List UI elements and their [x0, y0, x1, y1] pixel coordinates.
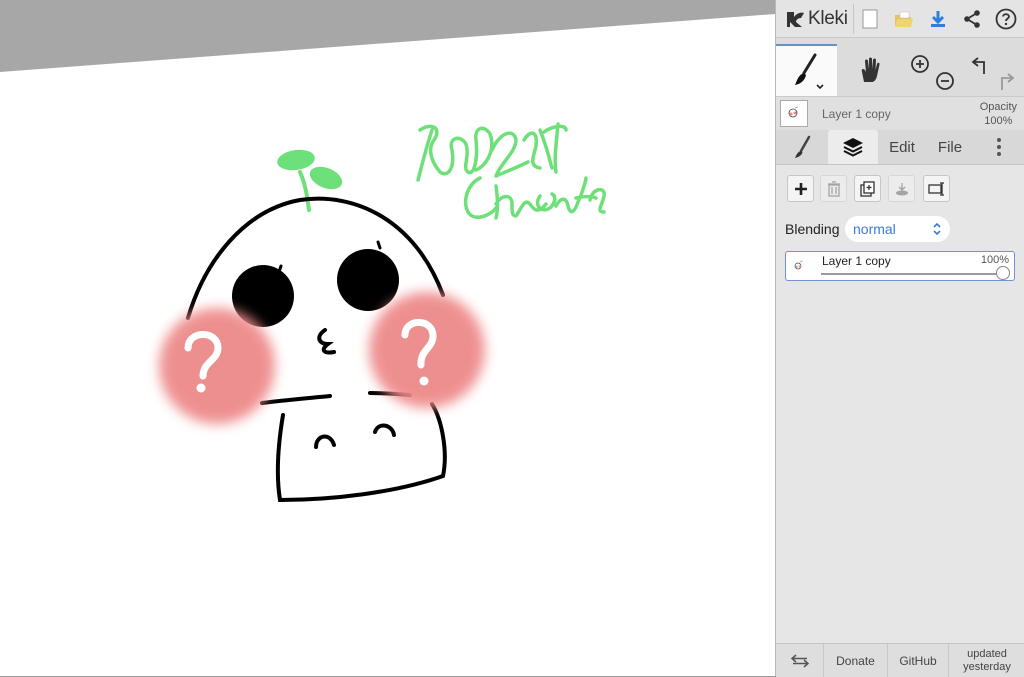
duplicate-icon	[859, 180, 875, 197]
layer-opacity-readout[interactable]: Opacity 100%	[980, 100, 1017, 128]
layer-item-opacity: 100%	[980, 254, 1009, 266]
undo-icon[interactable]	[971, 57, 985, 74]
brush-tool-button[interactable]	[776, 44, 837, 96]
delete-layer-button[interactable]	[820, 175, 847, 202]
updated-line-2: yesterday	[963, 660, 1011, 673]
plus-icon	[794, 182, 807, 195]
trash-icon	[827, 180, 840, 197]
opacity-label: Opacity	[979, 101, 1017, 113]
updated-line-1: updated	[967, 647, 1007, 660]
left-blush	[159, 308, 275, 424]
footer-bar: Donate GitHub updated yesterday	[776, 643, 1024, 677]
blending-mode-select[interactable]: normal	[845, 216, 950, 242]
download-icon[interactable]	[925, 6, 951, 32]
tab-edit[interactable]: Edit	[882, 130, 922, 164]
tab-brush[interactable]	[780, 130, 824, 164]
rename-icon	[927, 181, 944, 196]
right-eye	[337, 249, 399, 311]
select-arrows-icon	[933, 222, 941, 236]
more-vertical-icon	[997, 138, 1001, 156]
current-layer-info: Layer 1 copy Opacity 100%	[776, 96, 1024, 131]
swap-arrows-icon	[790, 653, 809, 668]
brush-tab-icon	[795, 135, 811, 158]
undo-redo-buttons	[961, 44, 1023, 96]
github-link[interactable]: GitHub	[888, 644, 949, 677]
layer-thumbnail	[780, 100, 808, 127]
share-icon[interactable]	[959, 6, 985, 32]
redo-icon[interactable]	[1001, 73, 1015, 90]
drawing-canvas-area[interactable]	[0, 0, 775, 676]
layers-panel: Blending normal Layer 1 copy 100%	[776, 165, 1024, 643]
brush-tool-icon	[794, 53, 824, 90]
open-folder-icon[interactable]	[891, 6, 917, 32]
app-name: Kleki	[808, 8, 848, 29]
new-image-icon[interactable]	[857, 6, 883, 32]
layers-icon	[843, 138, 863, 157]
panel-tabs: Edit File	[776, 130, 1024, 165]
hand-tool-icon	[861, 57, 880, 82]
layer-opacity-slider-handle[interactable]	[996, 266, 1010, 280]
zoom-out-icon[interactable]	[936, 72, 954, 90]
opacity-value: 100%	[984, 115, 1013, 127]
layer-opacity-slider-track[interactable]	[821, 273, 1005, 275]
merge-layer-button[interactable]	[888, 175, 915, 202]
rename-layer-button[interactable]	[923, 175, 950, 202]
layer-item-thumbnail	[794, 260, 803, 270]
merge-down-icon	[895, 182, 908, 195]
hand-tool-button[interactable]	[840, 44, 899, 96]
zoom-buttons	[901, 44, 957, 96]
help-icon[interactable]	[993, 6, 1019, 32]
add-layer-button[interactable]	[787, 175, 814, 202]
tab-layers[interactable]	[828, 130, 878, 164]
top-toolbar: Kleki	[776, 0, 1024, 38]
tab-file[interactable]: File	[928, 130, 972, 164]
tool-row	[776, 44, 1024, 96]
kleki-logo-icon	[787, 12, 804, 27]
more-menu-button[interactable]	[982, 130, 1016, 164]
layer-list-item[interactable]: Layer 1 copy 100%	[785, 251, 1015, 281]
kleki-logo[interactable]: Kleki	[784, 7, 848, 31]
blending-mode-value: normal	[853, 221, 896, 237]
swap-sides-button[interactable]	[776, 644, 824, 677]
blending-label: Blending	[785, 221, 840, 237]
donate-link[interactable]: Donate	[824, 644, 888, 677]
layer-item-name: Layer 1 copy	[822, 254, 891, 268]
side-panel: Kleki Layer 1 copy Opacity 100% Edit Fil…	[775, 0, 1024, 677]
drawing-canvas[interactable]	[0, 0, 775, 676]
right-blush	[369, 292, 485, 408]
current-layer-name: Layer 1 copy	[822, 107, 891, 121]
update-info[interactable]: updated yesterday	[949, 644, 1024, 677]
duplicate-layer-button[interactable]	[854, 175, 881, 202]
zoom-in-icon[interactable]	[911, 55, 929, 73]
